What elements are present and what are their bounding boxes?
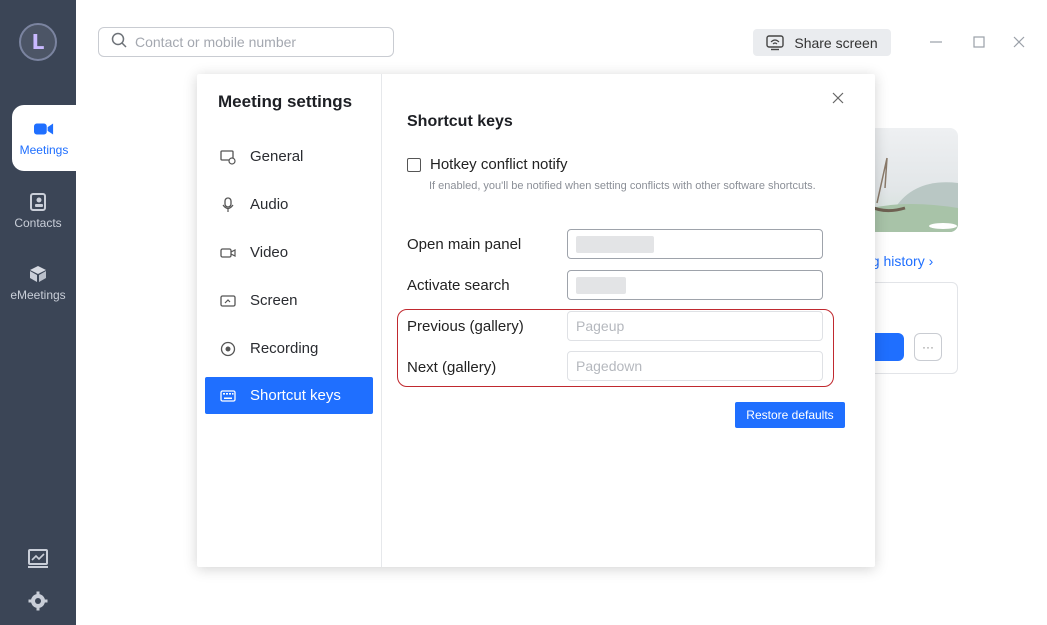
more-icon: ··· <box>922 340 934 354</box>
menu-item-label: Screen <box>250 292 298 309</box>
next-gallery-placeholder: Pagedown <box>576 358 643 374</box>
dialog-title: Meeting settings <box>218 92 353 111</box>
app-window: L Meetings Contacts eMeetings Contact or… <box>0 0 1047 625</box>
microphone-icon <box>220 196 236 213</box>
open-main-panel-label: Open main panel <box>407 236 522 253</box>
checkbox-label: Hotkey conflict notify <box>430 156 568 173</box>
chevron-right-icon: › <box>928 253 934 269</box>
activate-search-field[interactable] <box>567 270 823 300</box>
settings-menu: Meeting settings General Audio Video Scr… <box>197 74 382 567</box>
video-camera-icon <box>34 119 54 139</box>
close-icon <box>832 92 844 104</box>
menu-item-recording[interactable]: Recording <box>205 330 373 367</box>
search-bar[interactable] <box>98 27 394 57</box>
menu-item-label: Video <box>250 244 289 261</box>
menu-item-audio[interactable]: Audio <box>205 186 373 223</box>
meeting-settings-dialog: Meeting settings General Audio Video Scr… <box>197 74 875 567</box>
general-icon <box>220 149 236 165</box>
maximize-button[interactable] <box>969 32 989 52</box>
menu-item-video[interactable]: Video <box>205 234 373 271</box>
keyboard-icon <box>220 388 236 404</box>
settings-content: Shortcut keys Hotkey conflict notify If … <box>382 74 875 567</box>
record-icon <box>220 341 236 357</box>
hotkey-conflict-checkbox[interactable] <box>407 157 421 172</box>
share-screen-icon <box>766 34 785 50</box>
presentation-button[interactable] <box>0 548 76 575</box>
redacted-value <box>576 276 626 294</box>
minimize-button[interactable] <box>926 32 946 52</box>
previous-gallery-field[interactable]: Pageup <box>567 311 823 341</box>
share-screen-button[interactable]: Share screen <box>753 29 891 56</box>
search-icon <box>111 32 127 53</box>
previous-gallery-label: Previous (gallery) <box>407 318 524 335</box>
app-logo: L <box>19 23 57 61</box>
video-icon <box>220 245 236 261</box>
close-dialog-button[interactable] <box>830 90 846 106</box>
activate-search-label: Activate search <box>407 277 510 294</box>
menu-item-label: Shortcut keys <box>250 387 341 404</box>
hotkey-conflict-hint: If enabled, you'll be notified when sett… <box>429 180 816 192</box>
sidebar-item-label: Meetings <box>19 143 69 157</box>
sidebar-item-emeetings[interactable]: eMeetings <box>0 250 76 316</box>
next-gallery-field[interactable]: Pagedown <box>567 351 823 381</box>
sidebar: L Meetings Contacts eMeetings <box>0 0 76 625</box>
logo-letter: L <box>31 30 45 54</box>
minimize-icon <box>930 41 942 43</box>
presentation-icon <box>27 548 49 575</box>
search-input[interactable] <box>135 34 375 50</box>
restore-defaults-button[interactable]: Restore defaults <box>735 402 845 428</box>
menu-item-general[interactable]: General <box>205 138 373 175</box>
menu-item-label: General <box>250 148 304 165</box>
menu-item-screen[interactable]: Screen <box>205 282 373 319</box>
sidebar-item-meetings[interactable]: Meetings <box>12 105 76 171</box>
section-title: Shortcut keys <box>407 113 513 130</box>
cube-icon <box>28 264 48 284</box>
share-screen-label: Share screen <box>794 34 878 51</box>
sidebar-item-label: eMeetings <box>10 288 66 302</box>
settings-button[interactable] <box>0 591 76 616</box>
restore-defaults-label: Restore defaults <box>746 408 834 422</box>
menu-item-label: Audio <box>250 196 289 213</box>
sidebar-item-contacts[interactable]: Contacts <box>0 178 76 244</box>
more-options-button[interactable]: ··· <box>914 333 942 361</box>
close-window-button[interactable] <box>1009 32 1029 52</box>
hotkey-conflict-checkbox-row[interactable]: Hotkey conflict notify <box>407 156 568 173</box>
previous-gallery-placeholder: Pageup <box>576 318 625 334</box>
open-main-panel-field[interactable] <box>567 229 823 259</box>
next-gallery-label: Next (gallery) <box>407 359 497 376</box>
close-icon <box>1013 36 1025 48</box>
redacted-value <box>576 235 654 253</box>
contacts-icon <box>28 192 48 212</box>
settings-icon <box>28 591 48 616</box>
menu-item-shortcut-keys[interactable]: Shortcut keys <box>205 377 373 414</box>
screen-icon <box>220 293 236 309</box>
maximize-icon <box>973 36 985 48</box>
menu-item-label: Recording <box>250 340 319 357</box>
sidebar-item-label: Contacts <box>14 216 62 230</box>
